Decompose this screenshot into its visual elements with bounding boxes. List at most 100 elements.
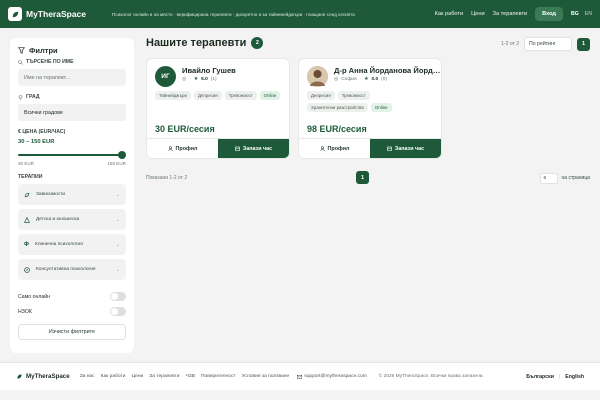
price-range-value: 30 – 150 EUR bbox=[18, 139, 55, 145]
nzok-label: НЗОК bbox=[18, 308, 32, 315]
footer-lang-en[interactable]: English bbox=[565, 374, 584, 380]
lang-bg[interactable]: BG bbox=[571, 11, 579, 17]
profile-button[interactable]: Профил bbox=[147, 139, 218, 158]
online-badge: Online bbox=[370, 103, 392, 112]
lang-en[interactable]: EN bbox=[585, 11, 592, 17]
therapist-name[interactable]: Д-р Анна Йорданова Йорданова bbox=[334, 66, 441, 75]
nav-prices[interactable]: Цени bbox=[471, 11, 484, 17]
pagination-row: Показани 1-2 от 2 1 6 на страница bbox=[146, 171, 590, 185]
nav-for-therapists[interactable]: За терапевти bbox=[493, 11, 528, 17]
result-range: 1-2 от 2 bbox=[501, 41, 519, 47]
therapy-child[interactable]: Детска и юношеска ⌄ bbox=[18, 209, 126, 230]
chevron-down-icon: ⌄ bbox=[115, 191, 120, 198]
therapist-meta: ◎ София · ★ 0.0 (0) bbox=[334, 77, 441, 82]
specialty-tag: Хранителни разстройства bbox=[307, 103, 368, 112]
login-button[interactable]: Вход bbox=[535, 7, 563, 21]
user-icon bbox=[319, 146, 325, 151]
leaf-logo-icon bbox=[17, 374, 22, 379]
price-slider-ends: 30 EUR 150 EUR bbox=[18, 161, 126, 166]
clear-filters-button[interactable]: Изчисти филтрите bbox=[18, 324, 126, 340]
therapist-name[interactable]: Ивайло Гушев bbox=[182, 66, 289, 75]
therapy-counseling[interactable]: Консултативна психология ⌄ bbox=[18, 259, 126, 280]
location-pin-icon: ◎ bbox=[182, 77, 187, 82]
location-pin-icon bbox=[18, 94, 23, 100]
profile-button[interactable]: Профил bbox=[299, 139, 370, 158]
footer-link-about[interactable]: За нас bbox=[80, 374, 95, 379]
online-badge: Online bbox=[259, 91, 281, 100]
online-only-label: Само онлайн bbox=[18, 293, 51, 300]
book-button-label: Запази час bbox=[394, 145, 425, 152]
price-slider-max-thumb[interactable] bbox=[118, 151, 126, 159]
book-button[interactable]: Запази час bbox=[218, 139, 289, 158]
top-header: MyTheraSpace Психолог онлайн и на място … bbox=[0, 0, 600, 28]
meta-dot: · bbox=[189, 77, 191, 82]
profile-button-label: Профил bbox=[327, 145, 350, 152]
page-button[interactable]: 1 bbox=[356, 171, 369, 184]
chevron-down-icon: ⌄ bbox=[115, 266, 120, 273]
footer-lang-bg[interactable]: Български bbox=[526, 374, 554, 380]
card-actions: Профил Запази час bbox=[147, 138, 289, 158]
therapist-card: Д-р Анна Йорданова Йорданова ◎ София · ★… bbox=[298, 58, 442, 159]
per-page-select[interactable]: 6 bbox=[539, 172, 558, 184]
footer-link-therapists[interactable]: За терапевти bbox=[149, 374, 179, 379]
review-count: (1) bbox=[210, 77, 217, 82]
filters-title: Филтри bbox=[18, 46, 126, 55]
price-slider[interactable] bbox=[18, 151, 126, 159]
footer-lang-divider: | bbox=[558, 373, 561, 380]
card-head: Д-р Анна Йорданова Йорданова ◎ София · ★… bbox=[299, 59, 441, 87]
specialty-tag: Тревожност bbox=[337, 91, 370, 100]
per-page-label: на страница bbox=[561, 175, 590, 181]
review-count: (0) bbox=[381, 77, 388, 82]
city-select[interactable]: Всички градове bbox=[18, 104, 126, 121]
copyright: © 2026 MyTheraSpace. Всички права запазе… bbox=[378, 374, 484, 379]
name-search-input[interactable]: Име на терапевт... bbox=[18, 69, 126, 86]
nzok-row: НЗОК bbox=[18, 307, 126, 316]
leaf-logo-icon bbox=[8, 7, 22, 21]
person-photo-icon bbox=[307, 66, 328, 87]
footer-language-switcher: Български | English bbox=[526, 374, 584, 380]
filters-title-text: Филтри bbox=[29, 46, 58, 55]
online-only-toggle[interactable] bbox=[110, 292, 126, 301]
sort-select[interactable]: По рейтинг bbox=[524, 37, 572, 51]
nzok-toggle[interactable] bbox=[110, 307, 126, 316]
card-actions: Профил Запази час bbox=[299, 138, 441, 158]
brand[interactable]: MyTheraSpace bbox=[8, 7, 86, 21]
price-slider-track bbox=[18, 154, 122, 156]
user-icon bbox=[167, 146, 173, 151]
location-pin-icon: ◎ bbox=[334, 77, 339, 82]
footer: MyTheraSpace За нас Как работи Цени За т… bbox=[0, 362, 600, 390]
footer-link-terms[interactable]: Условия за ползване bbox=[242, 374, 290, 379]
footer-email-text: support@mytheraspace.com bbox=[304, 374, 367, 379]
specialty-tags: Тийнейджъри Депресия Тревожност Online bbox=[147, 87, 289, 100]
page-button-top[interactable]: 1 bbox=[577, 37, 590, 51]
therapy-clinical[interactable]: Φ Клинична психология ⌄ bbox=[18, 234, 126, 255]
nav-how-it-works[interactable]: Как работи bbox=[435, 11, 463, 17]
filter-icon bbox=[18, 47, 25, 54]
avatar-photo bbox=[307, 66, 328, 87]
footer-brand-name: MyTheraSpace bbox=[26, 373, 70, 380]
therapy-label: Зависимости bbox=[36, 192, 66, 197]
footer-link-faq[interactable]: ЧЗВ bbox=[186, 374, 195, 379]
session-price: 98 EUR/сесия bbox=[307, 124, 367, 134]
specialty-tag: Депресия bbox=[193, 91, 222, 100]
star-icon: ★ bbox=[193, 77, 199, 82]
child-icon bbox=[24, 216, 30, 223]
footer-link-prices[interactable]: Цени bbox=[132, 374, 144, 379]
footer-link-privacy[interactable]: Поверителност bbox=[201, 374, 236, 379]
specialty-tag: Тийнейджъри bbox=[155, 91, 191, 100]
therapist-card: ИГ Ивайло Гушев ◎ · ★ 5.0 (1) Тийнейджър… bbox=[146, 58, 290, 159]
price-label: € ЦЕНА (EUR/ЧАС) bbox=[18, 129, 66, 135]
city-label-text: ГРАД bbox=[26, 94, 40, 100]
footer-link-how[interactable]: Как работи bbox=[101, 374, 126, 379]
showing-count: Показани 1-2 от 2 bbox=[146, 175, 188, 181]
chevron-down-icon: ⌄ bbox=[115, 241, 120, 248]
calendar-icon bbox=[235, 146, 240, 151]
footer-email[interactable]: support@mytheraspace.com bbox=[297, 374, 367, 379]
therapist-city: София bbox=[341, 77, 357, 82]
avatar: ИГ bbox=[155, 66, 176, 87]
footer-brand[interactable]: MyTheraSpace bbox=[16, 373, 70, 380]
therapy-addictions[interactable]: Зависимости ⌄ bbox=[18, 184, 126, 205]
search-icon bbox=[18, 59, 23, 65]
chevron-down-icon: ⌄ bbox=[115, 216, 120, 223]
book-button[interactable]: Запази час bbox=[370, 139, 441, 158]
